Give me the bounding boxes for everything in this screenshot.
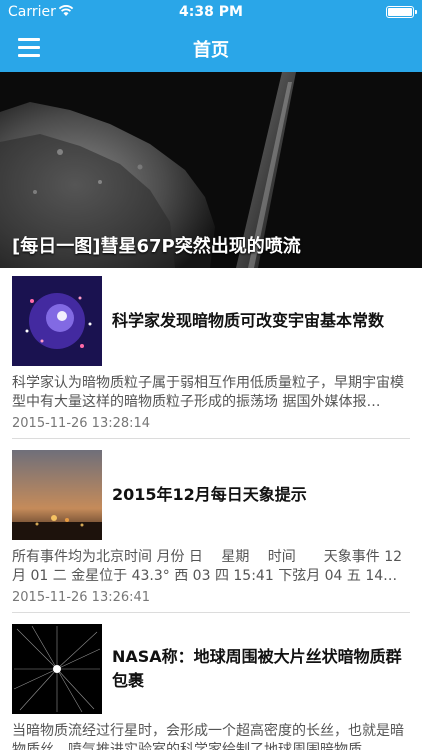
article-item[interactable]: 科学家发现暗物质可改变宇宙基本常数 科学家认为暗物质粒子属于弱相互作用低质量粒子… xyxy=(0,268,422,440)
article-summary: 所有事件均为北京时间 月份 日 星期 时间 天象事件 12月 01 二 金星位于… xyxy=(12,549,403,584)
article-item[interactable]: 2015年12月每日天象提示 所有事件均为北京时间 月份 日 星期 时间 天象事… xyxy=(0,442,422,614)
article-thumbnail xyxy=(12,276,102,366)
divider xyxy=(12,612,410,613)
status-time: 4:38 PM xyxy=(179,4,243,20)
hero-banner[interactable]: [每日一图]彗星67P突然出现的喷流 xyxy=(0,72,422,268)
battery-icon xyxy=(386,6,417,18)
article-summary: 科学家认为暗物质粒子属于弱相互作用低质量粒子，早期宇宙模型中有大量这样的暗物质粒… xyxy=(12,375,404,410)
article-date: 2015-11-26 13:26:41 xyxy=(12,590,151,605)
article-thumbnail xyxy=(12,450,102,540)
article-summary: 当暗物质流经过行星时，会形成一个超高密度的长丝，也就是暗物质丝。喷气推进实验室的… xyxy=(12,723,404,750)
article-title: 科学家发现暗物质可改变宇宙基本常数 xyxy=(112,311,385,330)
article-date: 2015-11-26 13:28:14 xyxy=(12,416,151,431)
article-title: 2015年12月每日天象提示 xyxy=(112,485,307,504)
navigation-bar: 首页 xyxy=(0,24,422,72)
page-title: 首页 xyxy=(193,40,229,61)
status-bar: Carrier 4:38 PM xyxy=(0,0,422,24)
article-thumbnail xyxy=(12,624,102,714)
article-title: NASA称：地球周围被大片丝状暗物质群包裹 xyxy=(112,647,402,690)
article-item[interactable]: NASA称：地球周围被大片丝状暗物质群包裹 当暗物质流经过行星时，会形成一个超高… xyxy=(0,616,422,750)
hero-title: [每日一图]彗星67P突然出现的喷流 xyxy=(12,236,301,257)
divider xyxy=(12,438,410,439)
